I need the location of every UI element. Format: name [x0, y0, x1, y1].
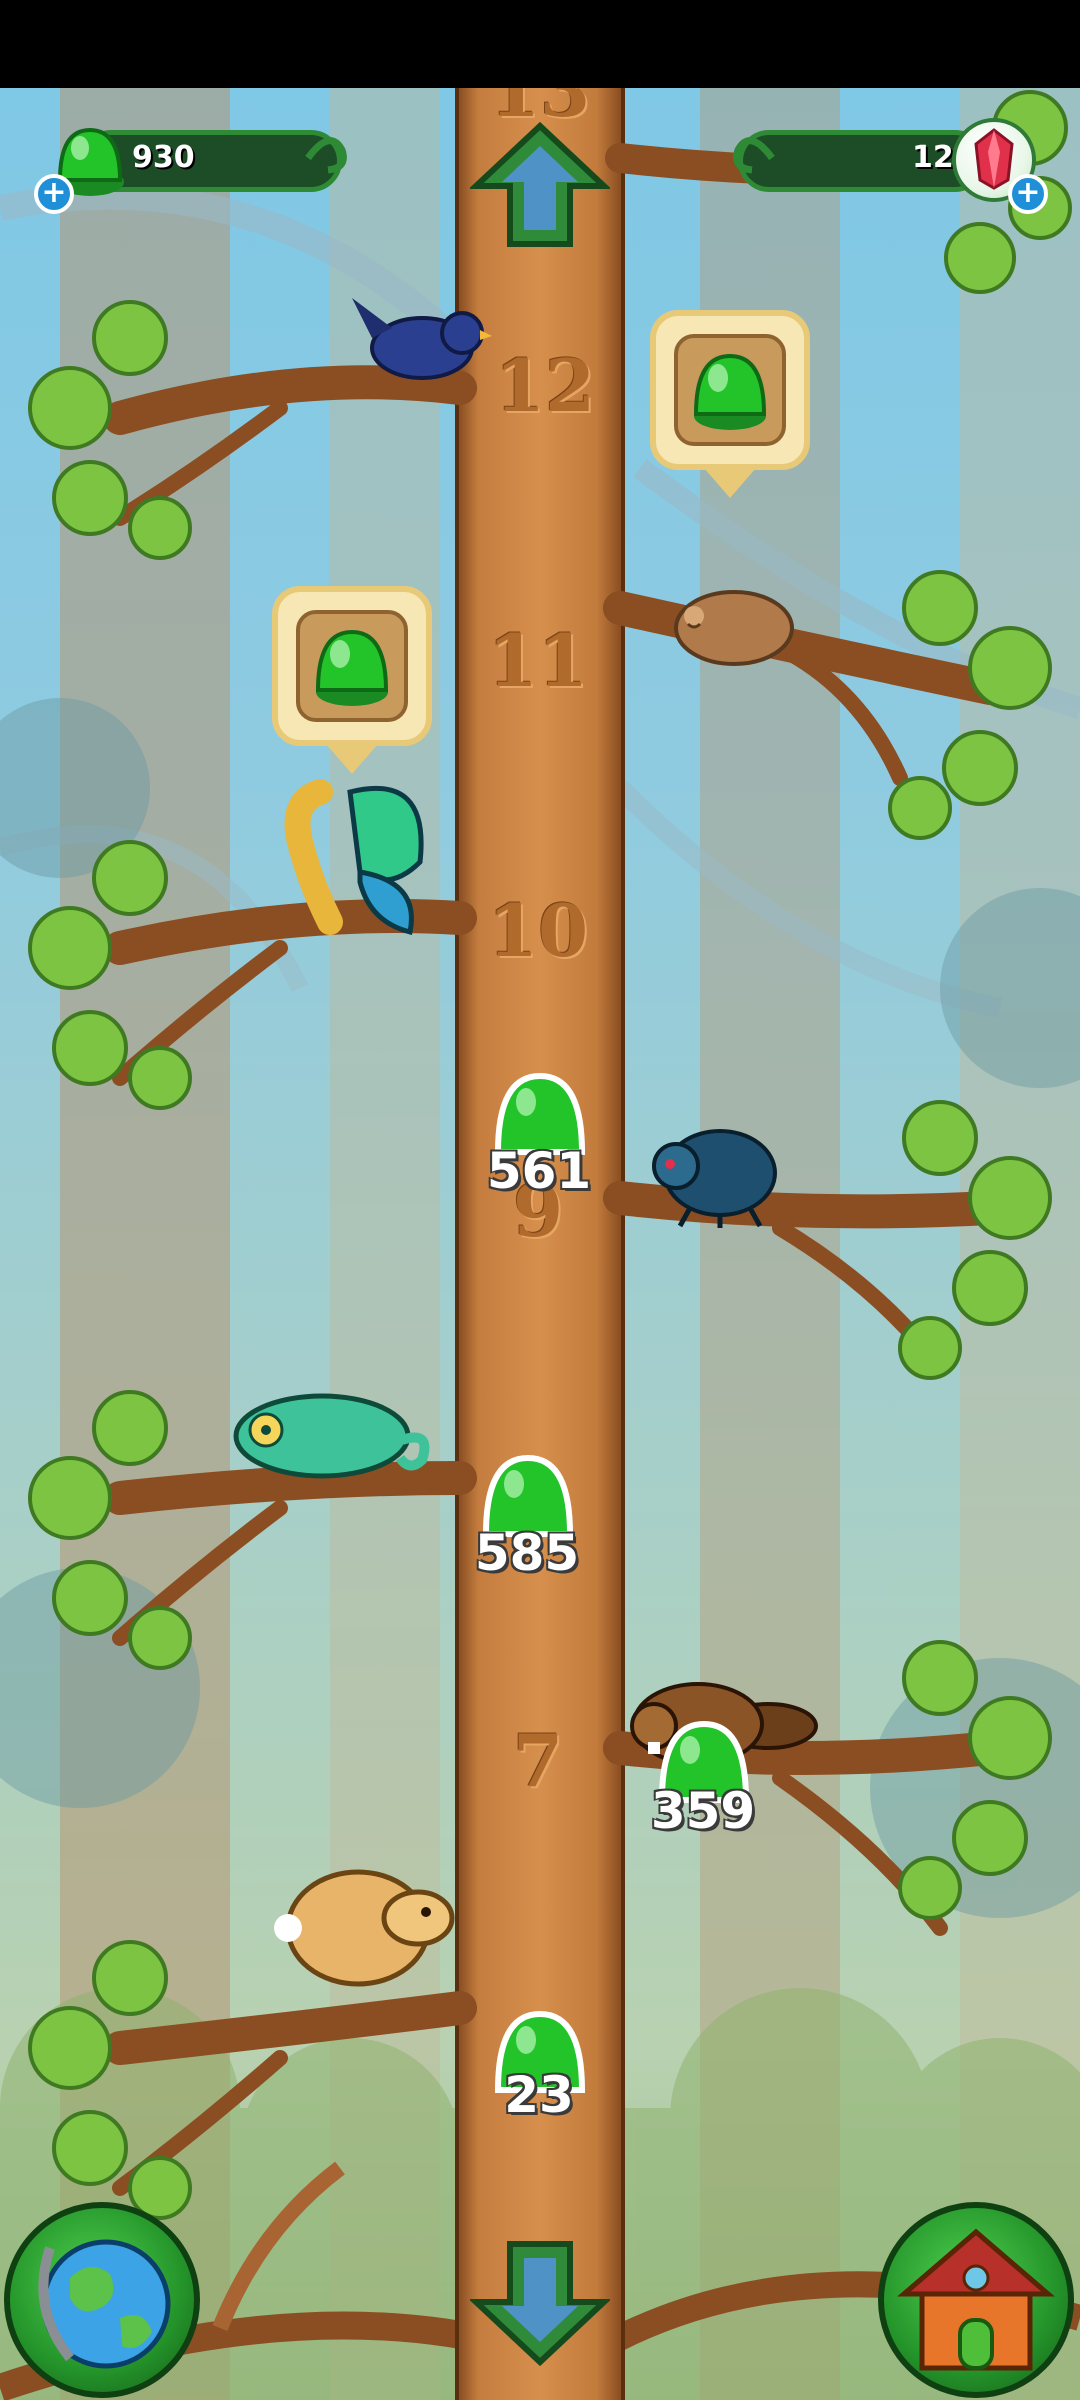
house-icon: [897, 2228, 1055, 2371]
bubble-tail: [326, 744, 378, 774]
floor-6-gem-count: 23: [504, 2066, 574, 2124]
floor-number-11: 11: [487, 618, 589, 703]
bird-animal[interactable]: [352, 288, 492, 388]
floor-9-gem-count: 561: [486, 1142, 592, 1200]
add-crystals-button[interactable]: +: [1008, 174, 1048, 214]
bunny-animal[interactable]: [268, 1848, 458, 1998]
floor-7-gem-count: 359: [650, 1782, 756, 1840]
bubble-tail: [704, 468, 756, 498]
floor-number-7: 7: [512, 1718, 564, 1803]
gems-count: 930: [132, 140, 195, 175]
home-button[interactable]: [878, 2202, 1074, 2398]
scroll-down-button[interactable]: [470, 2238, 610, 2368]
collect-gem-bubble-10[interactable]: [272, 586, 432, 746]
chameleon-animal[interactable]: [222, 1370, 432, 1490]
floor-8-gem-count: 585: [474, 1524, 580, 1582]
world-map-button[interactable]: [4, 2202, 200, 2398]
game-scene: 13 12 11 10 9 7 930 + 12 + 561 585 359 2…: [0, 88, 1080, 2400]
scroll-up-button[interactable]: [470, 120, 610, 250]
globe-icon: [38, 2239, 171, 2369]
green-gem-icon: [315, 629, 389, 706]
system-status-bar: [0, 0, 1080, 88]
collect-gem-bubble-12[interactable]: [650, 310, 810, 470]
hamster-animal[interactable]: [664, 578, 794, 668]
vine-curl-icon: [733, 137, 775, 174]
down-arrow-icon: [470, 2241, 610, 2367]
seahorse-butterfly-animal[interactable]: [260, 772, 440, 942]
green-gem-icon: [693, 353, 767, 430]
up-arrow-icon: [470, 121, 610, 247]
add-gems-button[interactable]: +: [34, 174, 74, 214]
floor-number-12: 12: [494, 343, 596, 428]
crystals-count: 12: [912, 140, 954, 175]
beetle-animal[interactable]: [650, 1118, 780, 1228]
vine-curl-icon: [305, 137, 347, 174]
floor-number-10: 10: [487, 888, 589, 973]
